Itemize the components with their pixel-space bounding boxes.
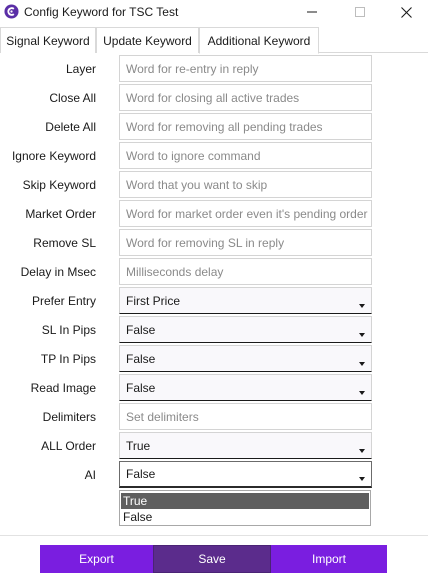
export-button[interactable]: Export — [40, 545, 153, 573]
dropdown-option-false[interactable]: False — [121, 509, 369, 525]
field-label: Skip Keyword — [22, 177, 96, 192]
row-delete-all: Delete All Word for removing all pending… — [0, 112, 428, 141]
field-label: Close All — [49, 90, 96, 105]
row-read-image: Read Image False — [0, 373, 428, 402]
select-value: False — [126, 380, 156, 395]
field-label: AI — [84, 467, 96, 482]
skip-keyword-input[interactable]: Word that you want to skip — [119, 171, 372, 198]
field-label: Delay in Msec — [20, 264, 96, 279]
row-remove-sl: Remove SL Word for removing SL in reply — [0, 228, 428, 257]
row-skip-keyword: Skip Keyword Word that you want to skip — [0, 170, 428, 199]
row-delimiters: Delimiters Set delimiters — [0, 402, 428, 431]
market-order-input[interactable]: Word for market order even it's pending … — [119, 200, 372, 227]
field-label: Delimiters — [42, 409, 96, 424]
footer-divider — [0, 535, 428, 536]
ai-select[interactable]: False — [119, 461, 372, 488]
delimiters-input[interactable]: Set delimiters — [119, 403, 372, 430]
remove-sl-input[interactable]: Word for removing SL in reply — [119, 229, 372, 256]
row-ai: AI False — [0, 460, 428, 489]
all-order-select[interactable]: True — [119, 432, 372, 459]
field-label: Remove SL — [33, 235, 96, 250]
tab-strip: Signal Keyword Update Keyword Additional… — [0, 27, 428, 54]
minimize-icon — [307, 11, 317, 13]
delay-input[interactable]: Milliseconds delay — [119, 258, 372, 285]
read-image-select[interactable]: False — [119, 374, 372, 401]
maximize-button[interactable] — [338, 0, 382, 24]
chevron-down-icon — [359, 362, 365, 366]
save-button[interactable]: Save — [153, 545, 271, 573]
window-title: Config Keyword for TSC Test — [24, 5, 179, 19]
tp-in-pips-select[interactable]: False — [119, 345, 372, 372]
chevron-down-icon — [359, 477, 365, 481]
select-value: True — [126, 438, 151, 453]
chevron-down-icon — [359, 304, 365, 308]
tab-update-keyword[interactable]: Update Keyword — [96, 27, 199, 53]
ignore-keyword-input[interactable]: Word to ignore command — [119, 142, 372, 169]
close-all-input[interactable]: Word for closing all active trades — [119, 84, 372, 111]
row-delay-in-msec: Delay in Msec Milliseconds delay — [0, 257, 428, 286]
select-value: False — [126, 322, 156, 337]
delete-all-input[interactable]: Word for removing all pending trades — [119, 113, 372, 140]
minimize-button[interactable] — [290, 0, 334, 24]
field-label: TP In Pips — [40, 351, 96, 366]
close-button[interactable] — [384, 0, 428, 24]
row-prefer-entry: Prefer Entry First Price — [0, 286, 428, 315]
title-bar: Config Keyword for TSC Test — [0, 0, 428, 24]
row-ignore-keyword: Ignore Keyword Word to ignore command — [0, 141, 428, 170]
chevron-down-icon — [359, 333, 365, 337]
sl-in-pips-select[interactable]: False — [119, 316, 372, 343]
field-label: Read Image — [30, 380, 96, 395]
field-label: Layer — [65, 61, 96, 76]
field-label: Delete All — [45, 119, 96, 134]
tab-signal-keyword[interactable]: Signal Keyword — [0, 27, 96, 53]
field-label: SL In Pips — [41, 322, 96, 337]
field-label: ALL Order — [41, 438, 96, 453]
import-button[interactable]: Import — [271, 545, 387, 573]
select-value: False — [126, 467, 156, 481]
maximize-icon — [355, 7, 365, 17]
field-label: Prefer Entry — [31, 293, 96, 308]
field-label: Ignore Keyword — [11, 148, 96, 163]
close-icon — [400, 6, 412, 18]
layer-input[interactable]: Word for re-entry in reply — [119, 55, 372, 82]
app-logo-icon — [4, 4, 19, 19]
row-layer: Layer Word for re-entry in reply — [0, 54, 428, 83]
prefer-entry-select[interactable]: First Price — [119, 287, 372, 314]
row-market-order: Market Order Word for market order even … — [0, 199, 428, 228]
chevron-down-icon — [359, 449, 365, 453]
ai-dropdown-list: True False — [119, 490, 371, 526]
chevron-down-icon — [359, 391, 365, 395]
row-close-all: Close All Word for closing all active tr… — [0, 83, 428, 112]
row-tp-in-pips: TP In Pips False — [0, 344, 428, 373]
field-label: Market Order — [25, 206, 96, 221]
row-all-order: ALL Order True — [0, 431, 428, 460]
select-value: First Price — [126, 293, 180, 308]
tab-additional-keyword[interactable]: Additional Keyword — [199, 27, 319, 54]
dropdown-option-true[interactable]: True — [121, 493, 369, 509]
select-value: False — [126, 351, 156, 366]
row-sl-in-pips: SL In Pips False — [0, 315, 428, 344]
